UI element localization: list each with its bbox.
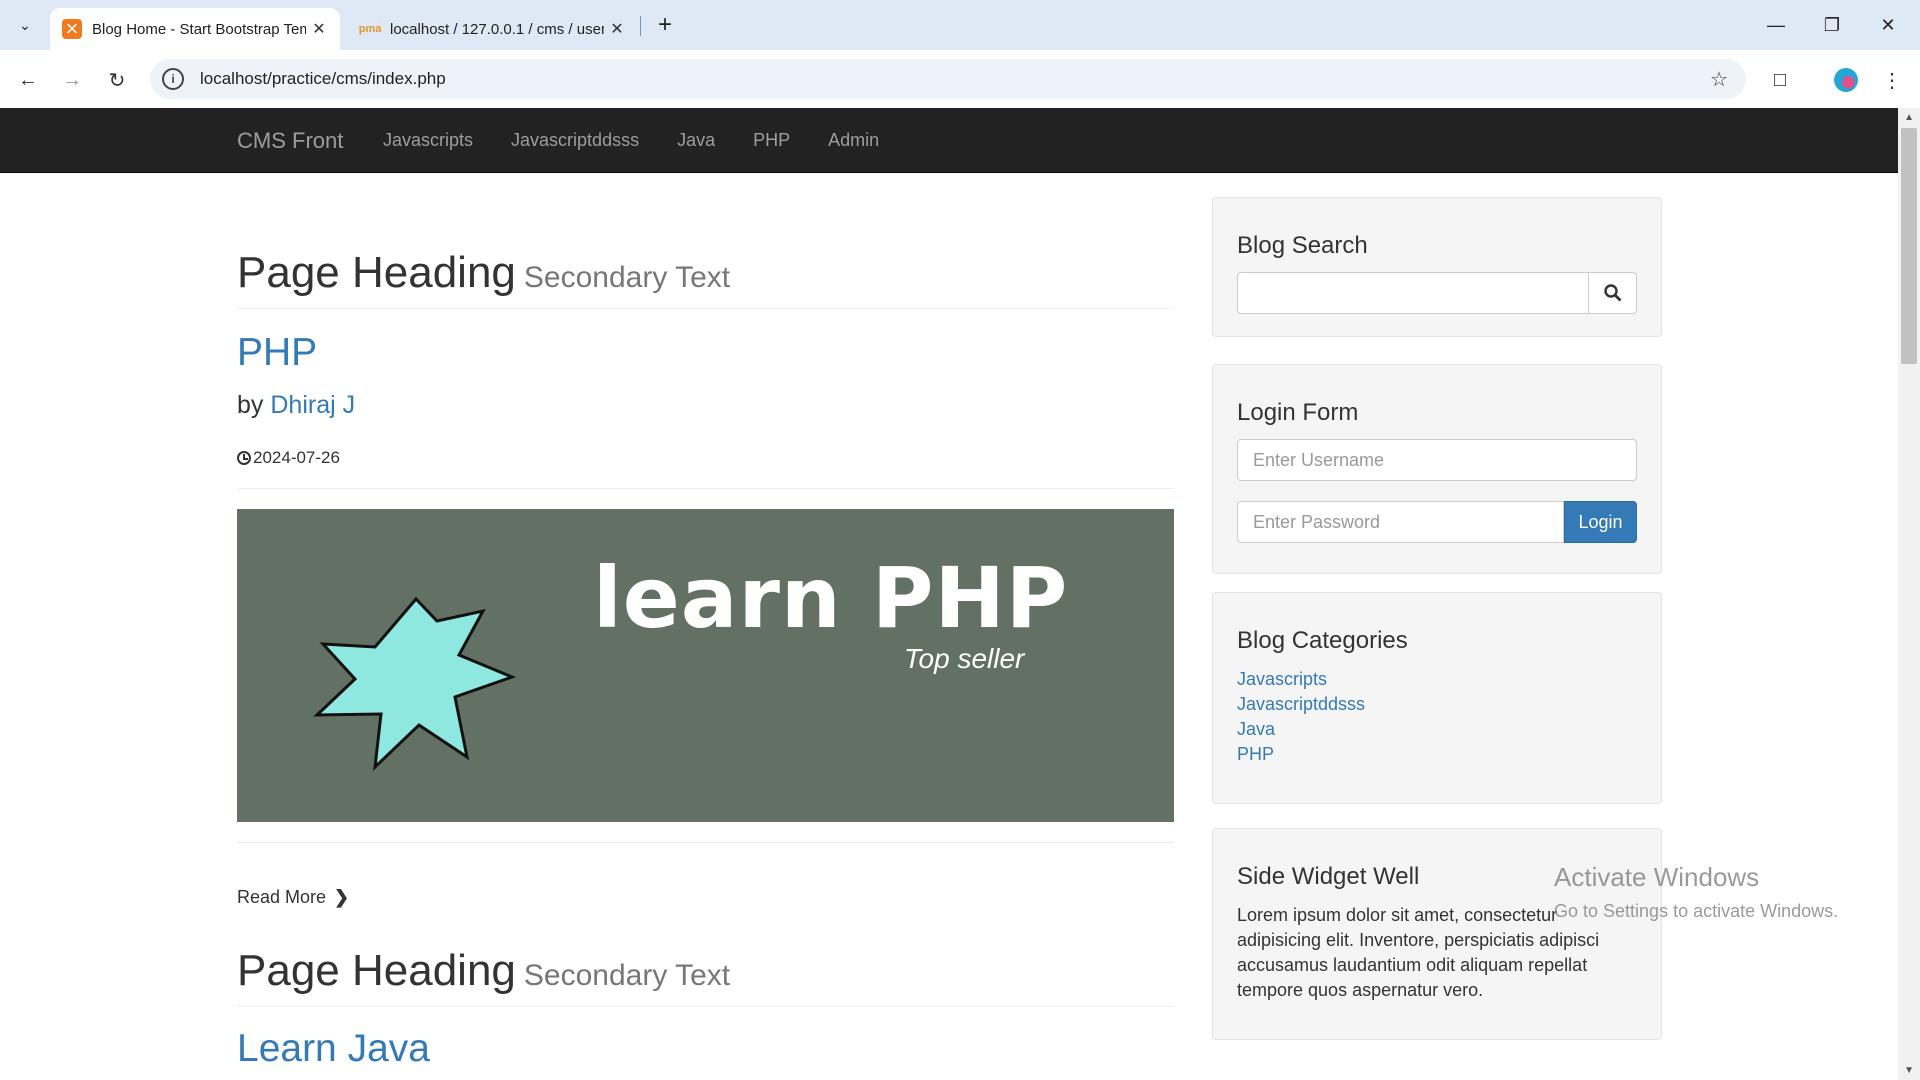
browser-menu-icon[interactable]: ⋮ — [1876, 64, 1908, 96]
scrollbar-thumb[interactable] — [1901, 128, 1917, 364]
page-header: Page Heading Secondary Text — [237, 946, 1174, 1007]
post-date-text: 2024-07-26 — [253, 448, 340, 467]
close-tab-icon[interactable]: ✕ — [604, 19, 630, 39]
nav-link-javascriptddsss[interactable]: Javascriptddsss — [492, 108, 658, 172]
extensions-icon[interactable]: □ — [1764, 64, 1796, 96]
minimize-button[interactable]: — — [1748, 0, 1804, 50]
xampp-favicon-icon: ⨉ — [62, 19, 82, 39]
vertical-scrollbar[interactable]: ▲ ▼ — [1898, 108, 1920, 1080]
browser-tab-bar: ⌄ ⨉ Blog Home - Start Bootstrap Template… — [0, 0, 1920, 50]
site-navbar: CMS Front Javascripts Javascriptddsss Ja… — [0, 108, 1898, 173]
page-heading-text: Page Heading — [237, 248, 516, 297]
username-field[interactable]: Enter Username — [1237, 439, 1637, 481]
close-tab-icon[interactable]: ✕ — [306, 19, 332, 39]
tab-title: localhost / 127.0.0.1 / cms / users — [390, 20, 604, 38]
tab-title: Blog Home - Start Bootstrap Template — [92, 20, 306, 38]
profile-avatar[interactable] — [1830, 64, 1862, 96]
page-heading: Page Heading Secondary Text — [237, 946, 1174, 996]
category-list: Javascripts Javascriptddsss Java PHP — [1237, 667, 1637, 767]
watermark-line1: Activate Windows — [1554, 862, 1760, 892]
author-link[interactable]: Dhiraj J — [270, 391, 355, 419]
password-field[interactable]: Enter Password — [1237, 501, 1564, 543]
search-group — [1237, 272, 1637, 314]
post-date: 2024-07-26 — [237, 448, 1174, 468]
bookmark-star-icon[interactable]: ☆ — [1710, 67, 1728, 92]
windows-activation-watermark: Activate Windows Go to Settings to activ… — [1554, 862, 1838, 922]
tab-separator — [640, 16, 641, 36]
tab-search-dropdown-icon[interactable]: ⌄ — [10, 11, 40, 39]
category-link-java[interactable]: Java — [1237, 717, 1637, 742]
category-link-javascriptddsss[interactable]: Javascriptddsss — [1237, 692, 1637, 717]
side-widget-well: Side Widget Well Lorem ipsum dolor sit a… — [1212, 828, 1662, 1040]
page-heading-secondary: Secondary Text — [523, 959, 731, 992]
avatar — [1834, 68, 1858, 92]
read-more-button[interactable]: Read More ❯ — [237, 887, 349, 908]
site-info-icon[interactable]: i — [162, 68, 184, 90]
nav-link-java[interactable]: Java — [658, 108, 734, 172]
back-button[interactable]: ← — [12, 64, 44, 96]
search-icon — [1603, 284, 1621, 302]
tab-blog-home[interactable]: ⨉ Blog Home - Start Bootstrap Template ✕ — [50, 8, 340, 50]
nav-link-javascripts[interactable]: Javascripts — [364, 108, 492, 172]
post-byline: by Dhiraj J — [237, 391, 1174, 420]
divider — [237, 488, 1174, 489]
byline-prefix: by — [237, 391, 264, 419]
blog-search-well: Blog Search — [1212, 197, 1662, 337]
new-tab-button[interactable]: + — [650, 10, 680, 40]
page-heading-secondary: Secondary Text — [523, 261, 731, 294]
blog-search-title: Blog Search — [1237, 232, 1368, 259]
page-heading: Page Heading Secondary Text — [237, 248, 1174, 298]
tab-phpmyadmin[interactable]: pma localhost / 127.0.0.1 / cms / users … — [348, 8, 638, 50]
forward-button[interactable]: → — [56, 64, 88, 96]
search-input[interactable] — [1237, 272, 1589, 314]
password-group: Enter Password Login — [1237, 501, 1637, 543]
browser-toolbar: ← → ↻ i localhost/practice/cms/index.php… — [0, 50, 1920, 108]
watermark-line2: Go to Settings to activate Windows. — [1554, 901, 1839, 921]
scroll-up-icon[interactable]: ▲ — [1904, 112, 1914, 123]
reload-button[interactable]: ↻ — [101, 64, 133, 96]
image-subtext: Top seller — [904, 643, 1025, 674]
scroll-down-icon[interactable]: ▼ — [1904, 1065, 1914, 1076]
blog-categories-title: Blog Categories — [1237, 627, 1408, 654]
page-header: Page Heading Secondary Text — [237, 248, 1174, 309]
login-button[interactable]: Login — [1564, 501, 1637, 543]
page-viewport: CMS Front Javascripts Javascriptddsss Ja… — [0, 108, 1920, 1080]
login-form-title: Login Form — [1237, 399, 1359, 426]
post-title-link[interactable]: PHP — [237, 331, 1174, 375]
divider — [237, 842, 1174, 843]
navbar-brand[interactable]: CMS Front — [237, 128, 343, 154]
blog-categories-well: Blog Categories Javascripts Javascriptdd… — [1212, 592, 1662, 804]
nav-link-admin[interactable]: Admin — [809, 108, 898, 172]
image-headline: learn PHP — [593, 549, 1069, 647]
navbar-links: Javascripts Javascriptddsss Java PHP Adm… — [364, 108, 898, 172]
address-bar[interactable]: i localhost/practice/cms/index.php ☆ — [150, 59, 1746, 99]
post-title-link[interactable]: Learn Java — [237, 1027, 1174, 1071]
category-link-javascripts[interactable]: Javascripts — [1237, 667, 1637, 692]
close-window-button[interactable]: ✕ — [1860, 0, 1916, 50]
chevron-right-icon: ❯ — [334, 887, 350, 907]
clock-icon — [237, 451, 251, 465]
login-form-well: Login Form Enter Username Enter Password… — [1212, 364, 1662, 574]
category-link-php[interactable]: PHP — [1237, 742, 1637, 767]
restore-button[interactable]: ❐ — [1804, 0, 1860, 50]
post-image: learn PHP Top seller — [237, 509, 1174, 822]
phpmyadmin-favicon-icon: pma — [358, 23, 382, 35]
url-text[interactable]: localhost/practice/cms/index.php — [200, 69, 446, 89]
nav-link-php[interactable]: PHP — [734, 108, 809, 172]
blog-main-column: Page Heading Secondary Text PHP by Dhiraj… — [237, 172, 1174, 1071]
search-button[interactable] — [1589, 272, 1637, 314]
read-more-label: Read More — [237, 887, 327, 907]
page-heading-text: Page Heading — [237, 946, 516, 995]
starburst-graphic — [313, 596, 517, 771]
